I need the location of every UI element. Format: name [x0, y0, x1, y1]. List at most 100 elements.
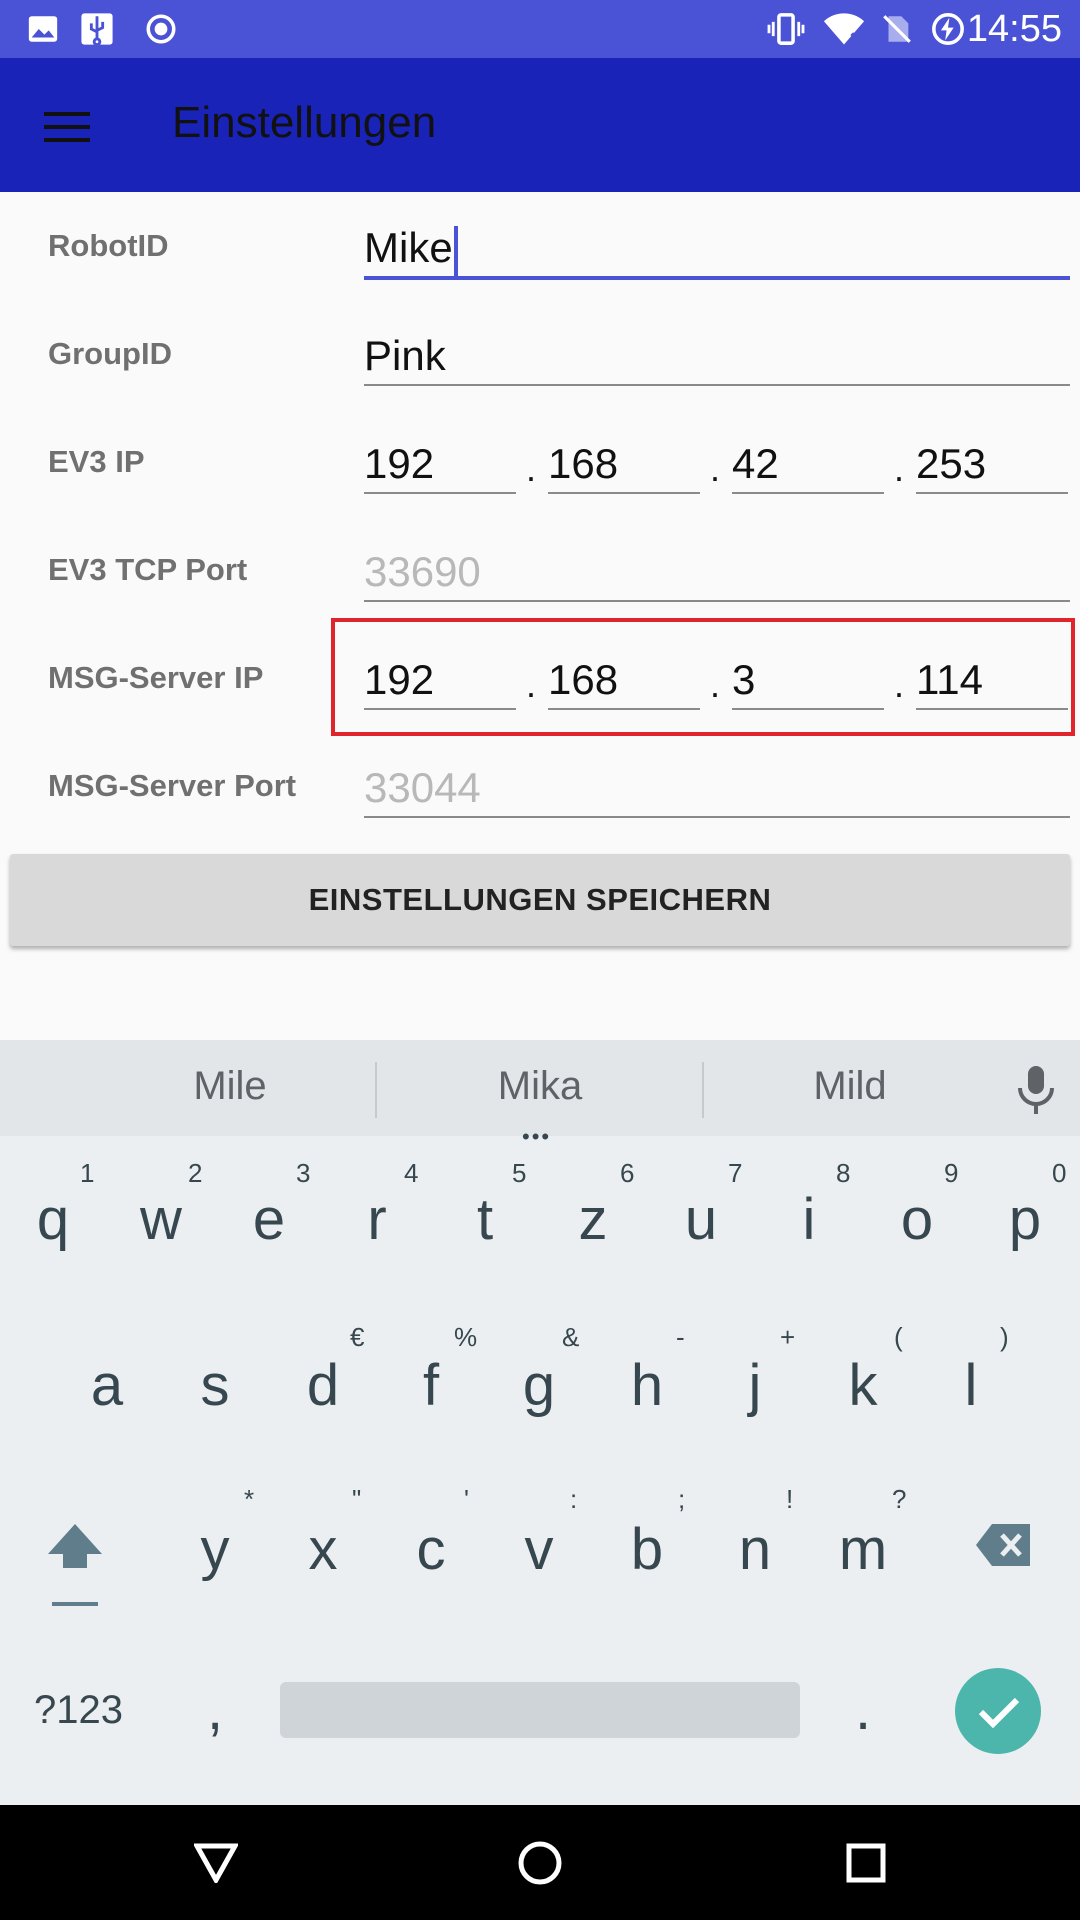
- ip-dot: .: [894, 664, 905, 705]
- microphone-icon[interactable]: [1016, 1064, 1056, 1116]
- space-bar[interactable]: [280, 1682, 800, 1738]
- backspace-icon[interactable]: [974, 1520, 1034, 1570]
- key-q[interactable]: q: [8, 1186, 98, 1253]
- key-comma[interactable]: ,: [170, 1676, 260, 1743]
- suggestion-divider: [375, 1062, 377, 1118]
- robot-id-label: RobotID: [48, 228, 169, 263]
- key-k[interactable]: k: [818, 1352, 908, 1419]
- ev3-tcp-port-label: EV3 TCP Port: [48, 552, 248, 587]
- save-settings-button[interactable]: EINSTELLUNGEN SPEICHERN: [10, 854, 1070, 946]
- ev3-tcp-port-input[interactable]: 33690: [364, 544, 1070, 602]
- key-hint: +: [780, 1322, 796, 1352]
- key-t[interactable]: t: [440, 1186, 530, 1253]
- suggestion-2[interactable]: Mika: [390, 1064, 690, 1109]
- ip-dot: .: [526, 664, 537, 705]
- ip-dot: .: [710, 664, 721, 705]
- ev3-ip-octet-4[interactable]: 253: [916, 436, 1068, 494]
- key-s[interactable]: s: [170, 1352, 260, 1419]
- ip-dot: .: [526, 448, 537, 489]
- key-b[interactable]: b: [602, 1516, 692, 1583]
- image-icon: [28, 16, 58, 42]
- group-id-label: GroupID: [48, 336, 172, 371]
- record-icon: [146, 14, 176, 44]
- robot-id-value: Mike: [364, 224, 453, 271]
- key-p[interactable]: p: [980, 1186, 1070, 1253]
- msg-server-ip-label: MSG-Server IP: [48, 660, 264, 695]
- usb-icon: [81, 13, 113, 46]
- key-g[interactable]: g: [494, 1352, 584, 1419]
- key-hint: €: [350, 1322, 365, 1352]
- key-h[interactable]: h: [602, 1352, 692, 1419]
- more-suggestions-dots[interactable]: •••: [522, 1124, 551, 1150]
- recents-icon[interactable]: [846, 1843, 886, 1883]
- key-r[interactable]: r: [332, 1186, 422, 1253]
- key-e[interactable]: e: [224, 1186, 314, 1253]
- key-v[interactable]: v: [494, 1516, 584, 1583]
- key-hint: ': [464, 1484, 469, 1514]
- key-m[interactable]: m: [818, 1516, 908, 1583]
- key-y[interactable]: y: [170, 1516, 260, 1583]
- key-n[interactable]: n: [710, 1516, 800, 1583]
- key-hint: 0: [1052, 1158, 1067, 1188]
- key-a[interactable]: a: [62, 1352, 152, 1419]
- home-icon[interactable]: [518, 1841, 562, 1885]
- ev3-ip-octet-2[interactable]: 168: [548, 436, 700, 494]
- key-hint: 5: [512, 1158, 527, 1188]
- ev3-ip-label: EV3 IP: [48, 444, 145, 479]
- msg-server-ip-octet-3[interactable]: 3: [732, 652, 884, 710]
- enter-check-button[interactable]: [955, 1668, 1041, 1754]
- key-hint: -: [676, 1322, 685, 1352]
- back-icon[interactable]: [194, 1843, 238, 1883]
- key-hint: %: [454, 1322, 478, 1352]
- key-hint: ;: [678, 1484, 686, 1514]
- key-i[interactable]: i: [764, 1186, 854, 1253]
- clock: 14:55: [966, 8, 1062, 50]
- key-x[interactable]: x: [278, 1516, 368, 1583]
- suggestion-1[interactable]: Mile: [80, 1064, 380, 1109]
- msg-server-ip-octet-1[interactable]: 192: [364, 652, 516, 710]
- key-hint: 3: [296, 1158, 311, 1188]
- key-c[interactable]: c: [386, 1516, 476, 1583]
- text-cursor: [453, 225, 458, 276]
- group-id-input[interactable]: Pink: [364, 328, 1070, 386]
- key-w[interactable]: w: [116, 1186, 206, 1253]
- page-title: Einstellungen: [172, 98, 437, 147]
- suggestion-3[interactable]: Mild: [700, 1064, 1000, 1109]
- ev3-ip-octet-3[interactable]: 42: [732, 436, 884, 494]
- key-hint: !: [786, 1484, 794, 1514]
- key-period[interactable]: .: [818, 1676, 908, 1743]
- msg-server-ip-octet-4[interactable]: 114: [916, 652, 1068, 710]
- symbols-key[interactable]: ?123: [34, 1688, 123, 1733]
- vibrate-icon: [767, 13, 805, 45]
- key-hint: (: [894, 1322, 903, 1352]
- ev3-ip-octet-1[interactable]: 192: [364, 436, 516, 494]
- key-hint: *: [244, 1484, 255, 1514]
- key-hint: 4: [404, 1158, 419, 1188]
- key-hint: &: [562, 1322, 580, 1352]
- key-f[interactable]: f: [386, 1352, 476, 1419]
- key-u[interactable]: u: [656, 1186, 746, 1253]
- msg-server-port-input[interactable]: 33044: [364, 760, 1070, 818]
- robot-id-input[interactable]: Mike: [364, 220, 1070, 280]
- key-hint: 9: [944, 1158, 959, 1188]
- key-o[interactable]: o: [872, 1186, 962, 1253]
- key-hint: 7: [728, 1158, 743, 1188]
- msg-server-ip-octet-2[interactable]: 168: [548, 652, 700, 710]
- ip-dot: .: [894, 448, 905, 489]
- key-hint: 2: [188, 1158, 203, 1188]
- group-id-value: Pink: [364, 332, 446, 379]
- wifi-icon: [823, 13, 865, 45]
- no-sim-icon: [883, 15, 911, 43]
- key-l[interactable]: l: [926, 1352, 1016, 1419]
- navigation-bar: [0, 1805, 1080, 1920]
- key-d[interactable]: d: [278, 1352, 368, 1419]
- msg-server-port-label: MSG-Server Port: [48, 768, 297, 803]
- shift-icon[interactable]: [44, 1520, 106, 1610]
- hamburger-icon[interactable]: [44, 112, 90, 142]
- key-hint: ": [352, 1484, 362, 1514]
- battery-charging-icon: [932, 13, 964, 45]
- key-z[interactable]: z: [548, 1186, 638, 1253]
- key-j[interactable]: j: [710, 1352, 800, 1419]
- key-hint: 8: [836, 1158, 851, 1188]
- status-bar: 14:55: [0, 0, 1080, 58]
